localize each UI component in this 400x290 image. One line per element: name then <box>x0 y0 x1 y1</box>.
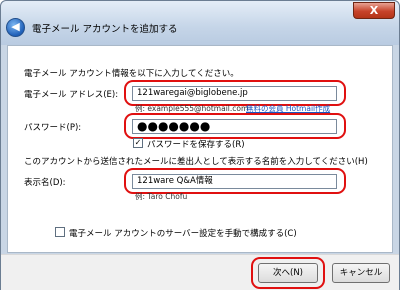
save-password-label: パスワードを保存する(R) <box>147 140 245 150</box>
display-name-instruction: このアカウントから送信されたメールに差出人として表示する名前を入力してください(… <box>24 157 368 167</box>
display-name-example-text: 例: Taro Chofu <box>135 192 188 201</box>
password-highlight <box>124 113 346 139</box>
manual-config-checkbox[interactable] <box>55 227 65 237</box>
instruction-text: 電子メール アカウント情報を以下に入力してください。 <box>24 69 239 79</box>
display-name-label: 表示名(D): <box>24 178 66 188</box>
dialog-window: ◀ 電子メール アカウントを追加する X 電子メール アカウント情報を以下に入力… <box>0 0 400 290</box>
save-password-checkbox[interactable]: ✓ <box>133 138 143 148</box>
password-label: パスワード(P): <box>24 123 82 133</box>
form-panel: 電子メール アカウント情報を以下に入力してください。 電子メール アドレス(E)… <box>7 45 393 253</box>
window-title: 電子メール アカウントを追加する <box>32 24 178 35</box>
email-label: 電子メール アドレス(E): <box>24 90 119 100</box>
manual-config-label: 電子メール アカウントのサーバー設定を手動で構成する(C) <box>69 229 297 239</box>
next-button-highlight <box>251 257 325 289</box>
close-button[interactable]: X <box>353 2 395 19</box>
button-bar: 次へ(N) キャンセル <box>1 254 399 290</box>
back-arrow-icon[interactable]: ◀ <box>6 18 25 37</box>
title-bar: ◀ 電子メール アカウントを追加する X <box>1 1 399 45</box>
cancel-button[interactable]: キャンセル <box>332 263 390 283</box>
